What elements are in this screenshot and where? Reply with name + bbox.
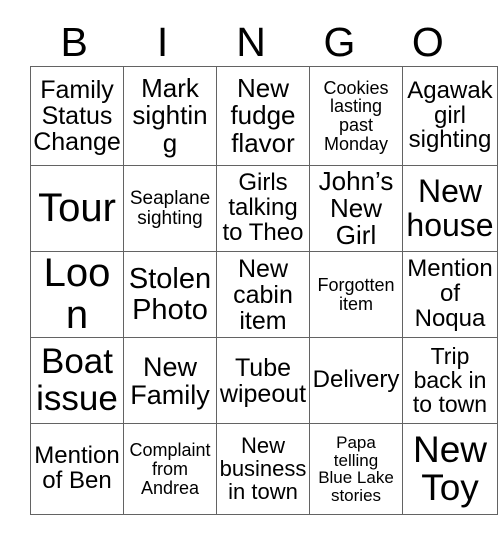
bingo-cell-o1[interactable]: Agawak girl sighting [402, 66, 498, 166]
bingo-cell-g5[interactable]: Papa telling Blue Lake stories [309, 423, 403, 516]
bingo-cell-o3[interactable]: Mention of Noqua [402, 250, 498, 339]
bingo-cell-b1[interactable]: Family Status Change [30, 66, 124, 166]
bingo-cell-i3[interactable]: Stolen Photo [123, 250, 217, 339]
bingo-cell-n3[interactable]: New cabin item [216, 250, 310, 339]
bingo-cell-i2[interactable]: Seaplane sighting [123, 165, 217, 252]
bingo-cell-label: Boat issue [36, 342, 118, 418]
bingo-cell-label: Loon [43, 251, 111, 337]
bingo-cell-label: Girls talking to Theo [222, 169, 304, 246]
bingo-cell-o4[interactable]: Trip back in to town [402, 337, 498, 425]
bingo-cell-label: Mention of Ben [34, 442, 120, 495]
bingo-cell-label: New cabin item [233, 254, 293, 335]
bingo-cell-label: Mention of Noqua [407, 255, 493, 333]
bingo-cell-label: Complaint from Andrea [129, 440, 211, 498]
bingo-cell-label: Delivery [312, 366, 400, 394]
bingo-cell-label: Family Status Change [33, 76, 121, 156]
bingo-row: Mention of Ben Complaint from Andrea New… [30, 423, 498, 516]
bingo-card: B I N G O Family Status Change Mark sigh… [0, 0, 500, 544]
bingo-cell-b2[interactable]: Tour [30, 165, 124, 252]
bingo-cell-label: John’s New Girl [318, 165, 394, 251]
bingo-cell-label: Trip back in to town [412, 342, 488, 417]
bingo-cell-b3[interactable]: Loon [30, 250, 124, 339]
bingo-cell-i1[interactable]: Mark sighting [123, 66, 217, 166]
bingo-cell-g4[interactable]: Delivery [309, 337, 403, 425]
bingo-row: Tour Seaplane sighting Girls talking to … [30, 165, 498, 252]
header-letter-g: G [323, 18, 356, 65]
bingo-cell-label: Mark sighting [132, 73, 208, 158]
bingo-cell-n5[interactable]: New business in town [216, 423, 310, 516]
bingo-cell-label: New Toy [412, 428, 488, 509]
header-letter-o: O [411, 18, 444, 65]
header-letter-b: B [60, 18, 88, 65]
bingo-row: Loon Stolen Photo New cabin item Forgott… [30, 250, 498, 339]
header-letter-i: I [156, 18, 169, 65]
bingo-cell-label: New house [406, 173, 494, 243]
bingo-cell-i4[interactable]: New Family [123, 337, 217, 425]
bingo-cell-label: Seaplane sighting [129, 187, 211, 229]
bingo-cell-g3[interactable]: Forgotten item [309, 250, 403, 339]
bingo-cell-o2[interactable]: New house [402, 165, 498, 252]
bingo-grid: Family Status Change Mark sighting New f… [30, 66, 498, 516]
bingo-cell-label: New business in town [219, 432, 307, 504]
bingo-cell-label: Stolen Photo [128, 263, 212, 326]
bingo-row: Boat issue New Family Tube wipeout Deliv… [30, 337, 498, 425]
bingo-cell-label: Agawak girl sighting [407, 76, 493, 154]
bingo-cell-o5[interactable]: New Toy [402, 423, 498, 516]
bingo-cell-b5[interactable]: Mention of Ben [30, 423, 124, 516]
header-letter-n: N [236, 18, 266, 65]
bingo-cell-n1[interactable]: New fudge flavor [216, 66, 310, 166]
bingo-cell-label: Papa telling Blue Lake stories [318, 432, 394, 505]
bingo-header-row: B I N G O [30, 18, 472, 66]
bingo-cell-n2[interactable]: Girls talking to Theo [216, 165, 310, 252]
bingo-cell-i5[interactable]: Complaint from Andrea [123, 423, 217, 516]
bingo-cell-label: Tube wipeout [219, 353, 307, 408]
bingo-cell-g1[interactable]: Cookies lasting past Monday [309, 66, 403, 166]
bingo-cell-g2[interactable]: John’s New Girl [309, 165, 403, 252]
bingo-cell-label: Cookies lasting past Monday [323, 77, 389, 154]
bingo-cell-label: New fudge flavor [230, 73, 296, 158]
bingo-cell-b4[interactable]: Boat issue [30, 337, 124, 425]
bingo-cell-label: Tour [38, 185, 116, 230]
bingo-cell-label: Forgotten item [317, 274, 395, 314]
bingo-cell-n4[interactable]: Tube wipeout [216, 337, 310, 425]
bingo-cell-label: New Family [130, 351, 210, 410]
bingo-row: Family Status Change Mark sighting New f… [30, 66, 498, 166]
